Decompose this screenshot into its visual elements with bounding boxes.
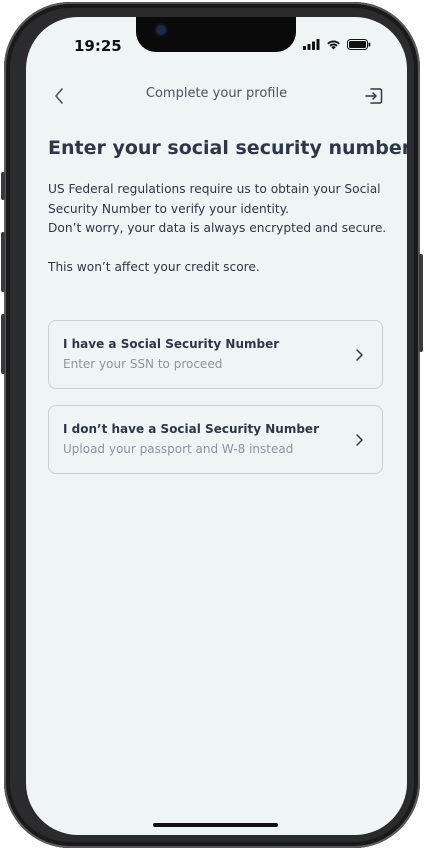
phone-frame: 19:25 Complete your profile Enter your s… (1, 2, 423, 848)
has-ssn-option[interactable]: I have a Social Security Number Enter yo… (48, 320, 383, 389)
option-title: I don’t have a Social Security Number (63, 422, 319, 436)
wifi-icon (327, 40, 340, 50)
action-button (1, 172, 5, 200)
notch (136, 17, 296, 52)
home-indicator[interactable] (153, 823, 278, 827)
screen: 19:25 Complete your profile Enter your s… (26, 17, 407, 835)
volume-down-button (1, 314, 5, 374)
exit-icon (365, 88, 383, 104)
no-ssn-option[interactable]: I don’t have a Social Security Number Up… (48, 405, 383, 474)
power-button (419, 254, 423, 352)
camera-icon (156, 25, 166, 35)
regulation-text: US Federal regulations require us to obt… (48, 182, 381, 216)
credit-score-text: This won’t affect your credit score. (48, 260, 260, 274)
option-subtitle: Upload your passport and W-8 instead (63, 442, 294, 456)
exit-button[interactable] (363, 85, 385, 107)
chevron-right-icon (356, 434, 363, 446)
status-time: 19:25 (74, 37, 122, 55)
main-heading: Enter your social security number. (48, 137, 407, 159)
battery-icon (347, 39, 371, 50)
nav-bar: Complete your profile (26, 81, 407, 111)
page-title: Complete your profile (145, 86, 288, 101)
security-text: Don’t worry, your data is always encrypt… (48, 221, 387, 235)
option-title: I have a Social Security Number (63, 337, 280, 351)
option-subtitle: Enter your SSN to proceed (63, 357, 223, 371)
chevron-right-icon (356, 349, 363, 361)
signal-icon (303, 39, 320, 50)
volume-up-button (1, 232, 5, 292)
status-icons (303, 39, 371, 50)
